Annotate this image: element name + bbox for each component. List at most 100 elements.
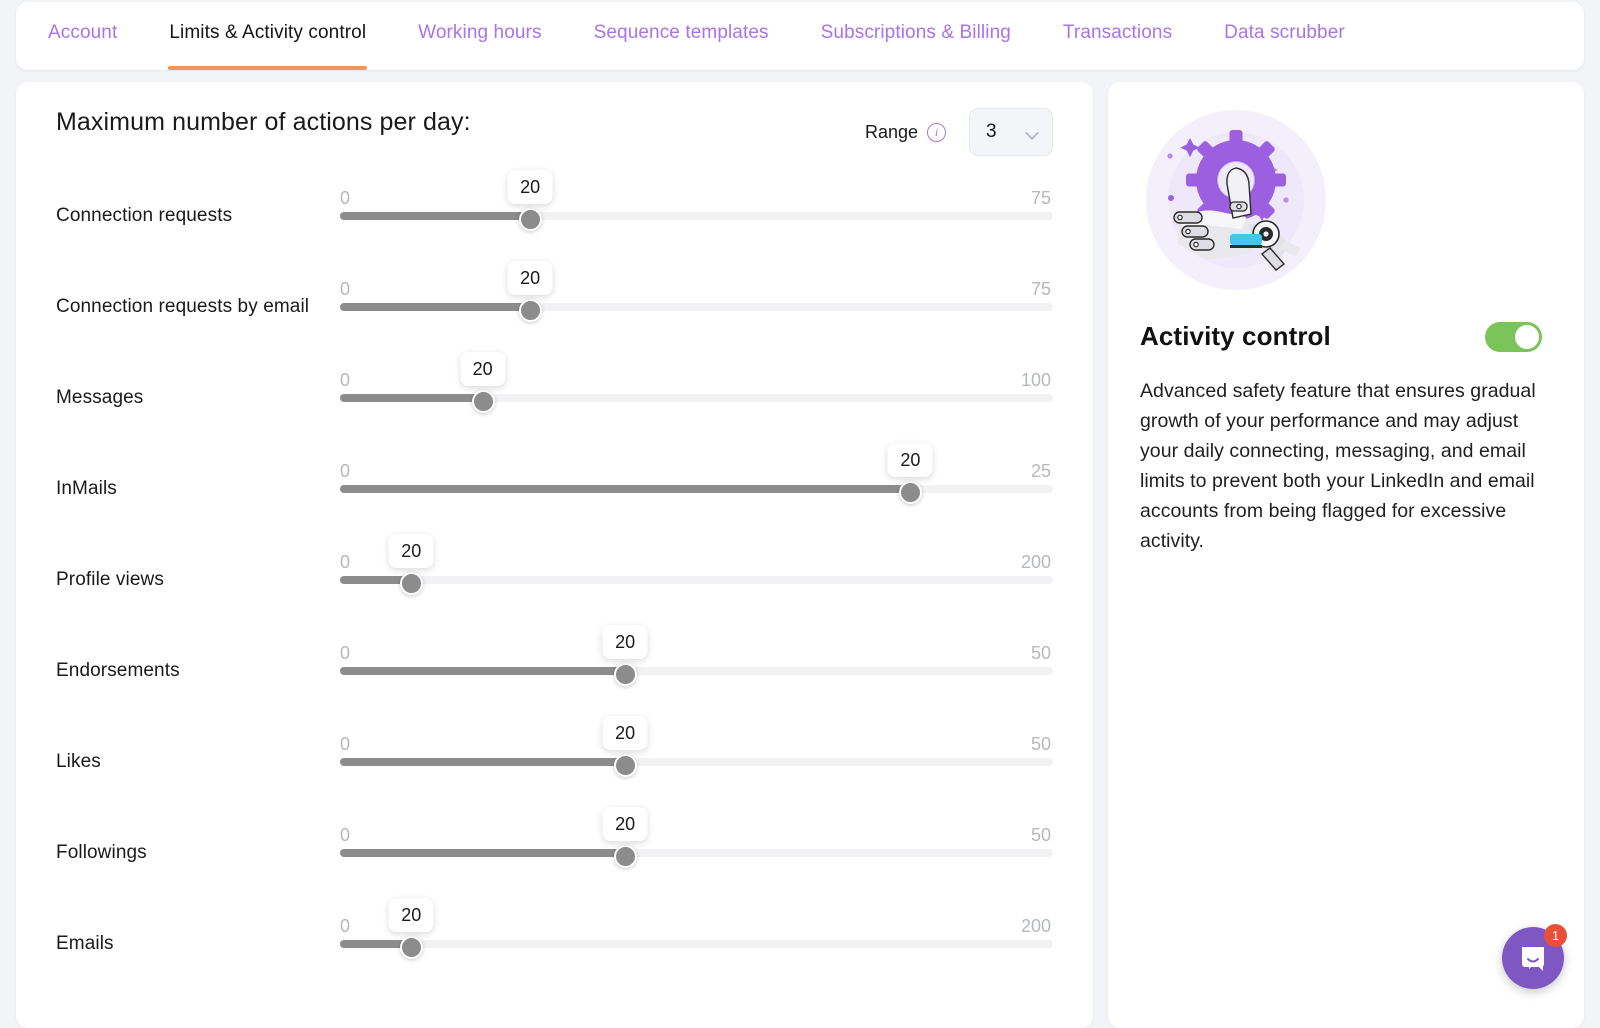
slider-value-bubble: 20 <box>460 352 505 386</box>
slider-value-bubble: 20 <box>603 625 648 659</box>
slider-max-label: 50 <box>1031 825 1051 846</box>
tab-label: Sequence templates <box>594 22 769 43</box>
slider-value-bubble: 20 <box>508 261 553 295</box>
slider-thumb[interactable] <box>899 481 922 504</box>
chat-bubble-icon <box>1518 943 1548 973</box>
slider-thumb[interactable] <box>472 390 495 413</box>
tab-label: Subscriptions & Billing <box>821 22 1011 43</box>
slider-row: Messages010020 <box>56 346 1053 437</box>
slider-max-label: 200 <box>1021 916 1051 937</box>
slider-label: Endorsements <box>56 660 180 682</box>
slider-control[interactable]: 010020 <box>340 346 1053 437</box>
slider-value-bubble: 20 <box>389 534 434 568</box>
slider-control[interactable]: 0 50 20 <box>340 619 1053 710</box>
slider-thumb[interactable] <box>400 936 423 959</box>
activity-control-title: Activity control <box>1140 321 1331 352</box>
slider-thumb[interactable] <box>614 663 637 686</box>
activity-control-header: Activity control <box>1140 321 1552 352</box>
slider-min-label: 0 <box>340 825 350 846</box>
slider-control[interactable]: 0 50 20 <box>340 801 1053 892</box>
tab-account[interactable]: Account <box>48 2 117 70</box>
slider-track[interactable] <box>340 576 1053 584</box>
slider-control[interactable]: 020020 <box>340 892 1053 983</box>
slider-fill <box>340 485 910 493</box>
toggle-knob <box>1515 325 1539 349</box>
slider-label: Emails <box>56 933 114 955</box>
tab-working-hours[interactable]: Working hours <box>418 2 541 70</box>
slider-label: Profile views <box>56 569 164 591</box>
slider-fill <box>340 849 625 857</box>
slider-track[interactable] <box>340 849 1053 857</box>
slider-track[interactable] <box>340 758 1053 766</box>
slider-control[interactable]: 0 75 20 <box>340 164 1053 255</box>
tab-label: Transactions <box>1063 22 1172 43</box>
tab-sequence-templates[interactable]: Sequence templates <box>594 2 769 70</box>
slider-control[interactable]: 0 200 20 <box>340 528 1053 619</box>
slider-value-bubble: 20 <box>603 716 648 750</box>
limits-panel: Maximum number of actions per day: Range… <box>16 82 1093 1028</box>
slider-thumb[interactable] <box>519 299 542 322</box>
slider-thumb[interactable] <box>400 572 423 595</box>
slider-track[interactable] <box>340 212 1053 220</box>
slider-max-label: 75 <box>1031 188 1051 209</box>
slider-max-label: 50 <box>1031 643 1051 664</box>
slider-min-label: 0 <box>340 916 350 937</box>
slider-fill <box>340 758 625 766</box>
tab-transactions[interactable]: Transactions <box>1063 2 1172 70</box>
slider-min-label: 0 <box>340 643 350 664</box>
robot-hand-gear-illustration <box>1144 108 1328 292</box>
settings-tab-bar: Account Limits & Activity control Workin… <box>16 2 1584 70</box>
tab-label: Limits & Activity control <box>169 22 366 43</box>
slider-value-bubble: 20 <box>508 170 553 204</box>
info-icon[interactable]: i <box>927 123 946 142</box>
chat-launcher-button[interactable]: 1 <box>1502 927 1564 989</box>
slider-control[interactable]: 0 50 20 <box>340 710 1053 801</box>
chat-unread-badge: 1 <box>1544 924 1567 947</box>
slider-max-label: 200 <box>1021 552 1051 573</box>
range-label: Range <box>865 122 918 143</box>
slider-thumb[interactable] <box>519 208 542 231</box>
slider-row: InMails 0 25 20 <box>56 437 1053 528</box>
slider-track[interactable] <box>340 667 1053 675</box>
slider-min-label: 0 <box>340 370 350 391</box>
slider-label: Likes <box>56 751 101 773</box>
slider-track[interactable] <box>340 940 1053 948</box>
slider-value-bubble: 20 <box>888 443 933 477</box>
slider-track[interactable] <box>340 303 1053 311</box>
slider-thumb[interactable] <box>614 845 637 868</box>
slider-min-label: 0 <box>340 188 350 209</box>
slider-label: Followings <box>56 842 147 864</box>
slider-fill <box>340 212 530 220</box>
slider-fill <box>340 667 625 675</box>
range-select-value: 3 <box>986 121 997 143</box>
slider-label: InMails <box>56 478 117 500</box>
limits-panel-header: Maximum number of actions per day: Range… <box>16 82 1093 164</box>
slider-min-label: 0 <box>340 279 350 300</box>
slider-max-label: 50 <box>1031 734 1051 755</box>
slider-label: Messages <box>56 387 143 409</box>
slider-row: Likes 0 50 20 <box>56 710 1053 801</box>
slider-fill <box>340 394 483 402</box>
activity-control-panel: Activity control Advanced safety feature… <box>1108 82 1584 1028</box>
slider-min-label: 0 <box>340 552 350 573</box>
slider-track[interactable] <box>340 485 1053 493</box>
slider-value-bubble: 20 <box>603 807 648 841</box>
slider-control[interactable]: 07520 <box>340 255 1053 346</box>
slider-control[interactable]: 0 25 20 <box>340 437 1053 528</box>
tab-label: Working hours <box>418 22 541 43</box>
slider-row: Endorsements 0 50 20 <box>56 619 1053 710</box>
slider-list: Connection requests07520Connection reque… <box>16 164 1093 983</box>
tab-data-scrubber[interactable]: Data scrubber <box>1224 2 1345 70</box>
slider-min-label: 0 <box>340 734 350 755</box>
slider-min-label: 0 <box>340 461 350 482</box>
slider-track[interactable] <box>340 394 1053 402</box>
range-select[interactable]: 3 <box>969 108 1053 156</box>
tab-subscriptions-billing[interactable]: Subscriptions & Billing <box>821 2 1011 70</box>
slider-thumb[interactable] <box>614 754 637 777</box>
slider-max-label: 25 <box>1031 461 1051 482</box>
slider-fill <box>340 303 530 311</box>
activity-control-toggle[interactable] <box>1485 322 1542 352</box>
tab-limits-activity-control[interactable]: Limits & Activity control <box>169 2 366 70</box>
slider-row: Connection requests by email 07520 <box>56 255 1053 346</box>
slider-label: Connection requests by email <box>56 296 309 318</box>
